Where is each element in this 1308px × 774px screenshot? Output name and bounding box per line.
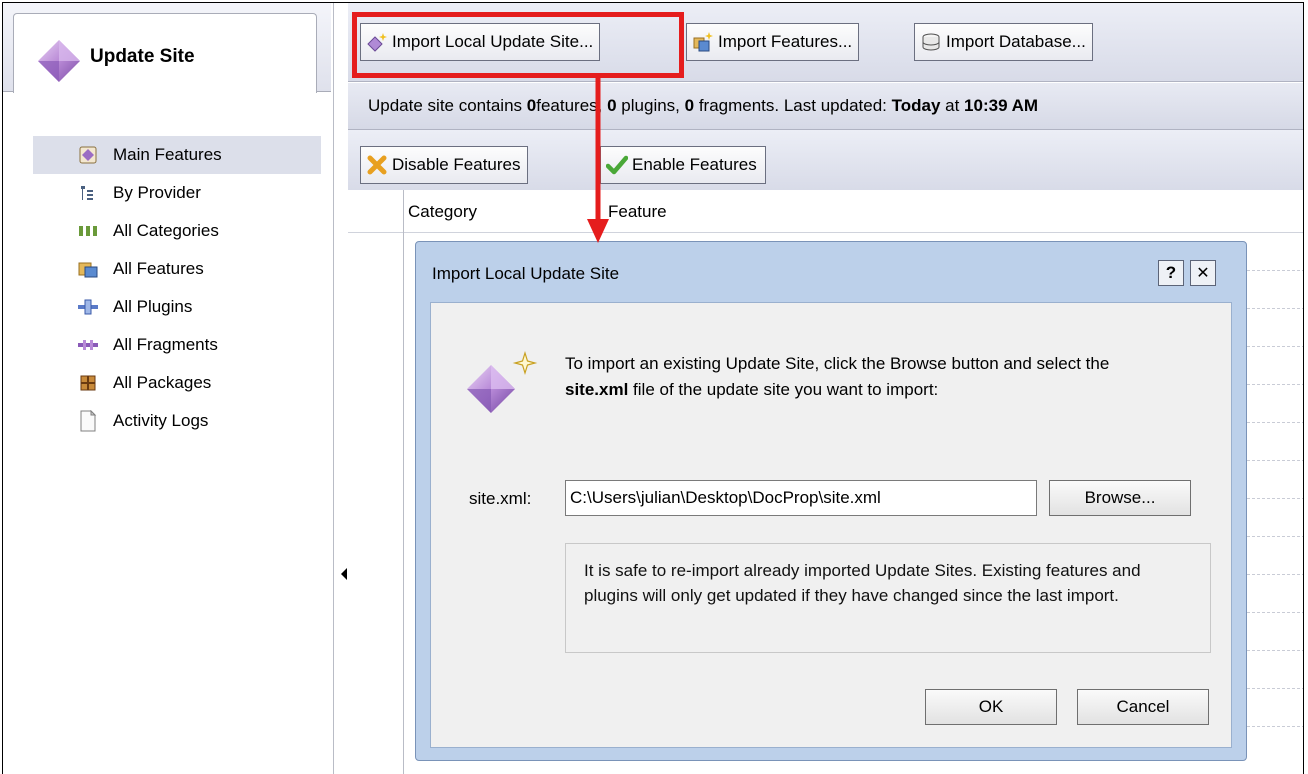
row-line <box>1247 460 1303 461</box>
sidebar-item-all-plugins[interactable]: All Plugins <box>33 288 321 326</box>
database-icon <box>920 31 942 53</box>
enable-features-label: Enable Features <box>632 155 757 174</box>
import-features-label: Import Features... <box>718 32 853 51</box>
sidebar-header: Update Site <box>3 3 331 93</box>
row-line <box>1247 612 1303 613</box>
site-xml-label: site.xml: <box>469 489 532 508</box>
features-icon <box>77 258 99 280</box>
sidebar-nav: Main Features By Provider All Categories… <box>33 136 321 440</box>
status-bar: Update site contains 0features, 0 plugin… <box>348 83 1303 130</box>
main-features-icon <box>77 144 99 166</box>
feature-actions-toolbar: Disable Features Enable Features <box>348 130 1303 191</box>
sidebar: Update Site Main Features By Provider Al… <box>3 3 334 774</box>
row-line <box>1247 574 1303 575</box>
row-line <box>1247 498 1303 499</box>
fragments-count: 0 <box>684 96 695 115</box>
sidebar-item-label: All Fragments <box>113 335 218 354</box>
row-line <box>1247 726 1303 727</box>
message-part1: To import an existing Update Site, click… <box>565 354 1110 373</box>
features-count: 0 <box>526 96 537 115</box>
row-line <box>1247 422 1303 423</box>
row-line <box>1247 270 1303 271</box>
sidebar-item-label: Activity Logs <box>113 411 209 430</box>
plugins-suffix: plugins, <box>616 96 685 115</box>
column-header-feature[interactable]: Feature <box>608 202 667 222</box>
features-sparkle-icon <box>692 31 714 53</box>
sidebar-item-all-fragments[interactable]: All Fragments <box>33 326 321 364</box>
sidebar-item-by-provider[interactable]: By Provider <box>33 174 321 212</box>
updated-time: 10:39 AM <box>964 96 1039 115</box>
help-button[interactable]: ? <box>1158 260 1184 286</box>
tree-icon <box>77 182 99 204</box>
dialog-titlebar[interactable]: Import Local Update Site ? ✕ <box>416 242 1246 302</box>
table-header: Category Feature <box>348 190 1303 233</box>
fragments-suffix: fragments. Last updated: <box>694 96 892 115</box>
import-database-button[interactable]: Import Database... <box>914 23 1093 61</box>
info-note: It is safe to re-import already imported… <box>565 543 1211 653</box>
ok-button[interactable]: OK <box>925 689 1057 725</box>
updated-day: Today <box>891 96 941 115</box>
sidebar-item-label: By Provider <box>113 183 201 202</box>
categories-icon <box>77 220 99 242</box>
plugin-icon <box>77 296 99 318</box>
sidebar-item-all-features[interactable]: All Features <box>33 250 321 288</box>
enable-features-button[interactable]: Enable Features <box>600 146 766 184</box>
disable-x-icon <box>366 154 388 176</box>
diamond-logo-icon <box>36 38 82 89</box>
row-line <box>1247 308 1303 309</box>
disable-features-button[interactable]: Disable Features <box>360 146 528 184</box>
document-icon <box>77 410 99 432</box>
column-header-category[interactable]: Category <box>408 202 477 222</box>
import-local-update-site-dialog: Import Local Update Site ? ✕ To import a… <box>415 241 1247 761</box>
row-line <box>1247 536 1303 537</box>
disable-features-label: Disable Features <box>392 155 521 174</box>
sidebar-item-label: All Categories <box>113 221 219 240</box>
site-xml-path-input[interactable] <box>565 480 1037 516</box>
sidebar-item-label: All Plugins <box>113 297 193 316</box>
annotation-highlight-box <box>352 12 684 78</box>
summary-prefix: Update site contains <box>368 96 527 115</box>
row-line <box>1247 650 1303 651</box>
sidebar-item-all-categories[interactable]: All Categories <box>33 212 321 250</box>
sidebar-tab[interactable]: Update Site <box>13 13 317 93</box>
sidebar-item-label: Main Features <box>113 145 222 164</box>
close-button[interactable]: ✕ <box>1190 260 1216 286</box>
row-line <box>1247 688 1303 689</box>
import-database-label: Import Database... <box>946 32 1086 51</box>
annotation-arrow-icon <box>587 73 609 243</box>
app-window: Update Site Main Features By Provider Al… <box>2 2 1304 774</box>
row-line <box>1247 346 1303 347</box>
sidebar-item-activity-logs[interactable]: Activity Logs <box>33 402 321 440</box>
dialog-body: To import an existing Update Site, click… <box>430 302 1232 748</box>
sidebar-item-label: All Features <box>113 259 204 278</box>
package-icon <box>77 372 99 394</box>
dialog-title: Import Local Update Site <box>432 264 620 283</box>
message-part2: file of the update site you want to impo… <box>628 380 939 399</box>
browse-button[interactable]: Browse... <box>1049 480 1191 516</box>
fragment-icon <box>77 334 99 356</box>
column-divider <box>403 190 404 774</box>
sidebar-item-label: All Packages <box>113 373 212 392</box>
updated-mid: at <box>940 96 965 115</box>
dialog-message: To import an existing Update Site, click… <box>565 351 1125 403</box>
message-filename: site.xml <box>565 380 629 399</box>
import-features-button[interactable]: Import Features... <box>686 23 860 61</box>
update-site-summary: Update site contains 0features, 0 plugin… <box>368 96 1038 116</box>
sidebar-title: Update Site <box>90 46 195 67</box>
collapse-arrow-icon[interactable] <box>341 568 347 580</box>
sidebar-item-main-features[interactable]: Main Features <box>33 136 321 174</box>
sidebar-item-all-packages[interactable]: All Packages <box>33 364 321 402</box>
row-line <box>1247 384 1303 385</box>
diamond-sparkle-icon <box>461 350 541 426</box>
cancel-button[interactable]: Cancel <box>1077 689 1209 725</box>
